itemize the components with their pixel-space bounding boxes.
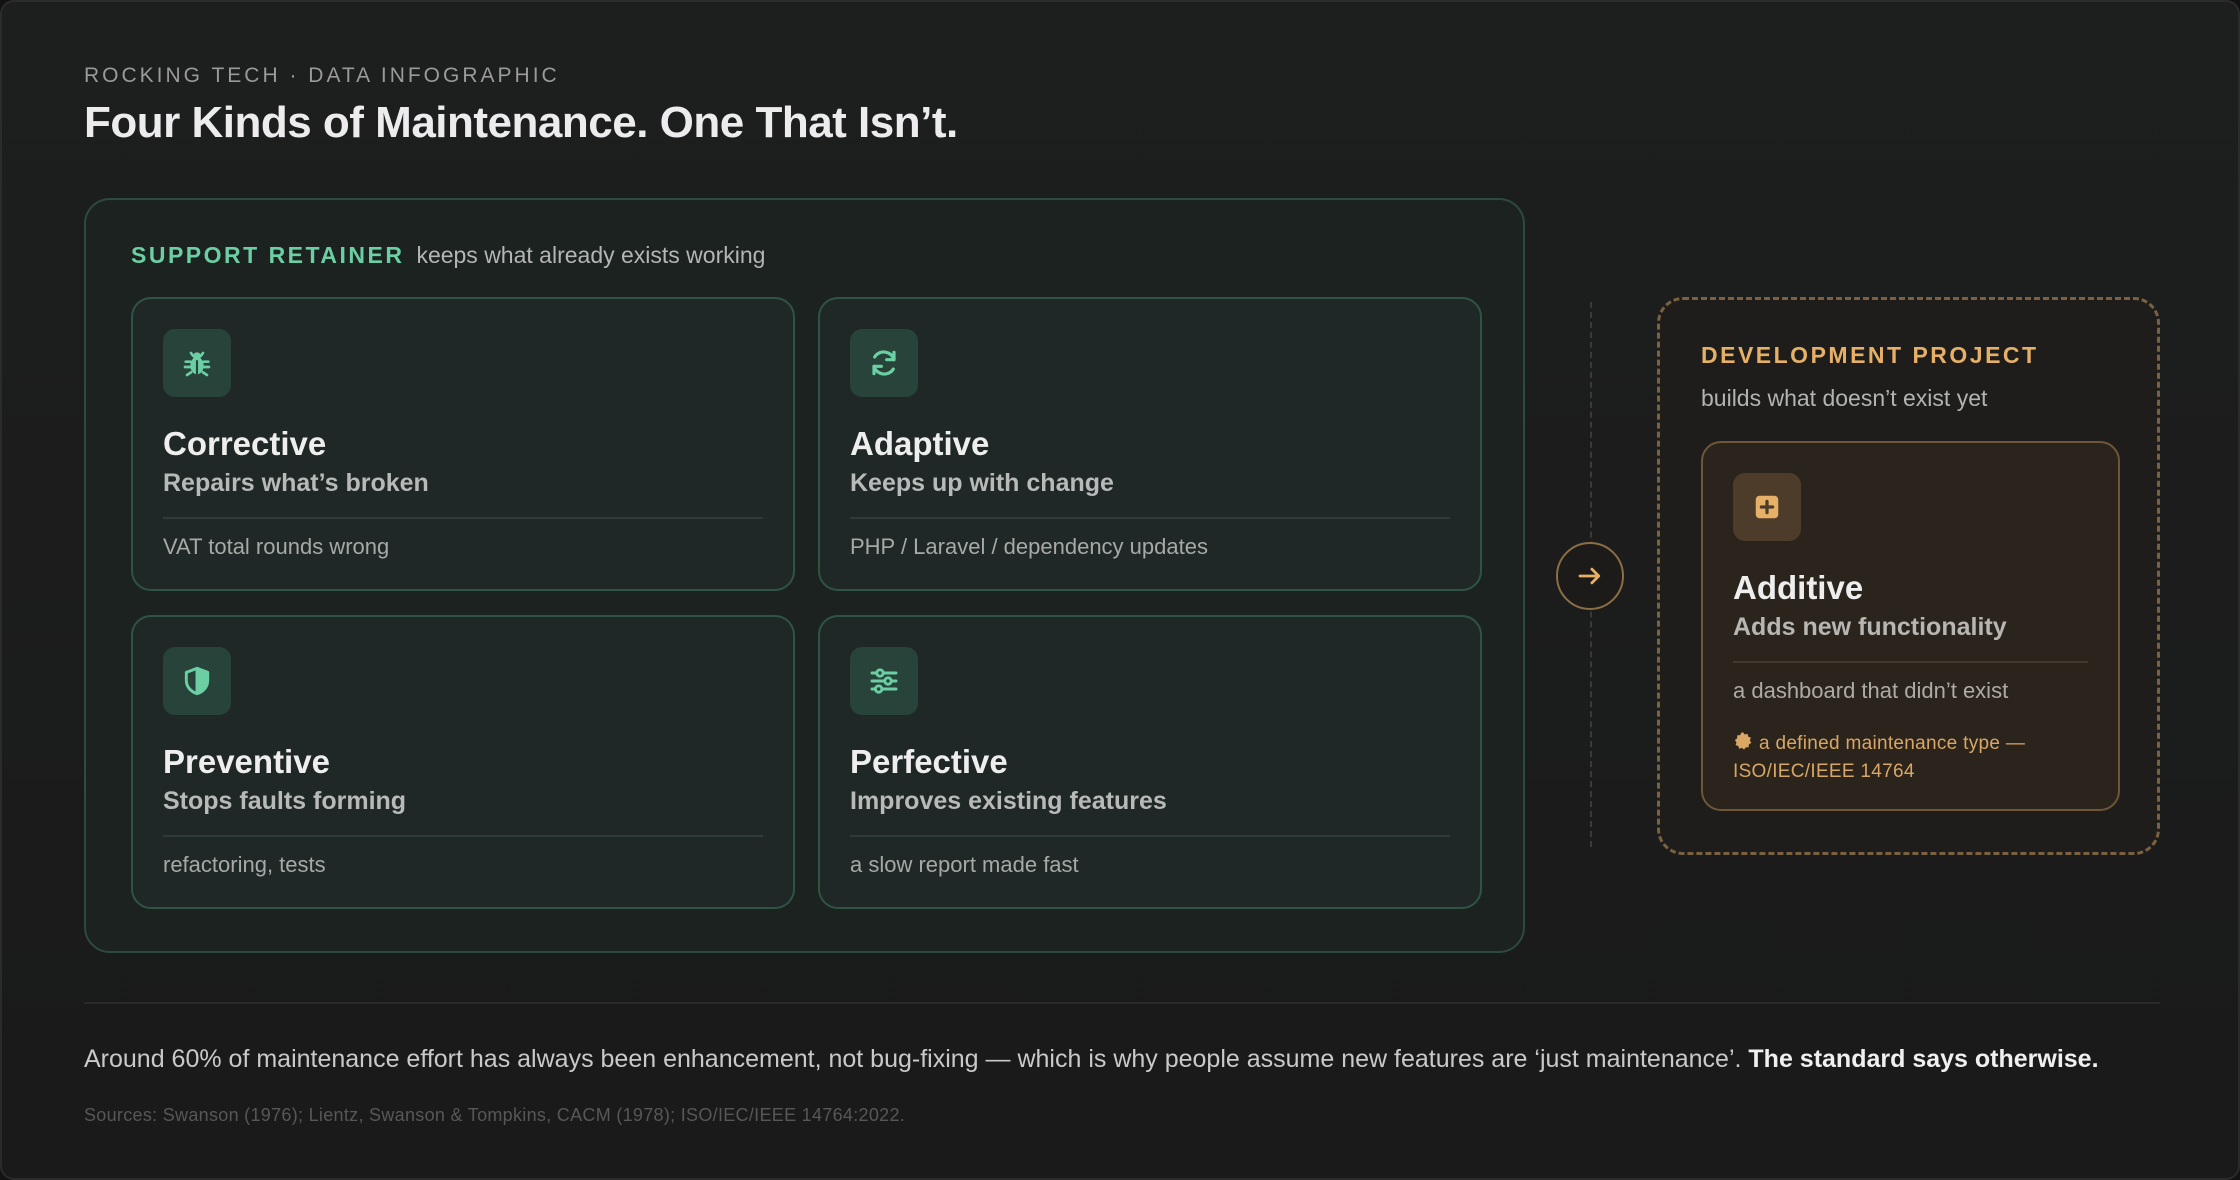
card-corrective: Corrective Repairs what’s broken VAT tot… [131, 297, 795, 591]
standard-note: a defined maintenance type — ISO/IEC/IEE… [1733, 731, 2073, 785]
card-divider [850, 517, 1450, 519]
bug-icon [163, 329, 231, 397]
card-divider [163, 835, 763, 837]
card-title: Corrective [163, 425, 327, 462]
retainer-tag: SUPPORT RETAINER [131, 242, 405, 268]
development-description: builds what doesn’t exist yet [1701, 385, 1988, 411]
development-tag: DEVELOPMENT PROJECT [1701, 342, 2039, 368]
card-divider [850, 835, 1450, 837]
card-title: Adaptive [850, 425, 990, 462]
retainer-header: SUPPORT RETAINER keeps what already exist… [131, 242, 765, 269]
footer-divider [84, 1002, 2160, 1004]
arrow-right-icon [1556, 542, 1624, 610]
card-subtitle: Improves existing features [850, 787, 1167, 815]
card-subtitle: Adds new functionality [1733, 613, 2007, 641]
footer-statement: Around 60% of maintenance effort has alw… [84, 1045, 2099, 1074]
card-subtitle: Repairs what’s broken [163, 469, 429, 497]
card-divider [163, 517, 763, 519]
card-example: a dashboard that didn’t exist [1733, 678, 2009, 703]
card-adaptive: Adaptive Keeps up with change PHP / Lara… [818, 297, 1482, 591]
note-text: a defined maintenance type — ISO/IEC/IEE… [1733, 733, 2026, 782]
card-example: VAT total rounds wrong [163, 534, 390, 559]
badge-icon [1733, 731, 1753, 759]
refresh-icon [850, 329, 918, 397]
card-preventive: Preventive Stops faults forming refactor… [131, 615, 795, 909]
card-title: Preventive [163, 743, 330, 780]
card-divider [1733, 661, 2088, 663]
shield-icon [163, 647, 231, 715]
sources: Sources: Swanson (1976); Lientz, Swanson… [84, 1105, 906, 1125]
page-title: Four Kinds of Maintenance. One That Isn’… [84, 98, 958, 147]
card-subtitle: Keeps up with change [850, 469, 1114, 497]
eyebrow: ROCKING TECH · DATA INFOGRAPHIC [84, 64, 560, 87]
card-title: Perfective [850, 743, 1008, 780]
support-retainer-group: SUPPORT RETAINER keeps what already exist… [84, 198, 1525, 953]
card-example: refactoring, tests [163, 852, 326, 877]
footer-text: Around 60% of maintenance effort has alw… [84, 1045, 1742, 1073]
card-example: PHP / Laravel / dependency updates [850, 534, 1208, 559]
retainer-description: keeps what already exists working [416, 242, 766, 268]
plus-square-icon [1733, 473, 1801, 541]
sliders-icon [850, 647, 918, 715]
card-additive: Additive Adds new functionality a dashbo… [1701, 441, 2120, 811]
card-perfective: Perfective Improves existing features a … [818, 615, 1482, 909]
footer-emphasis: The standard says otherwise. [1748, 1045, 2099, 1073]
card-subtitle: Stops faults forming [163, 787, 407, 815]
card-title: Additive [1733, 569, 1864, 606]
infographic-frame: ROCKING TECH · DATA INFOGRAPHIC Four Kin… [0, 0, 2240, 1180]
development-project-group: DEVELOPMENT PROJECT builds what doesn’t … [1657, 297, 2160, 855]
card-example: a slow report made fast [850, 852, 1079, 877]
